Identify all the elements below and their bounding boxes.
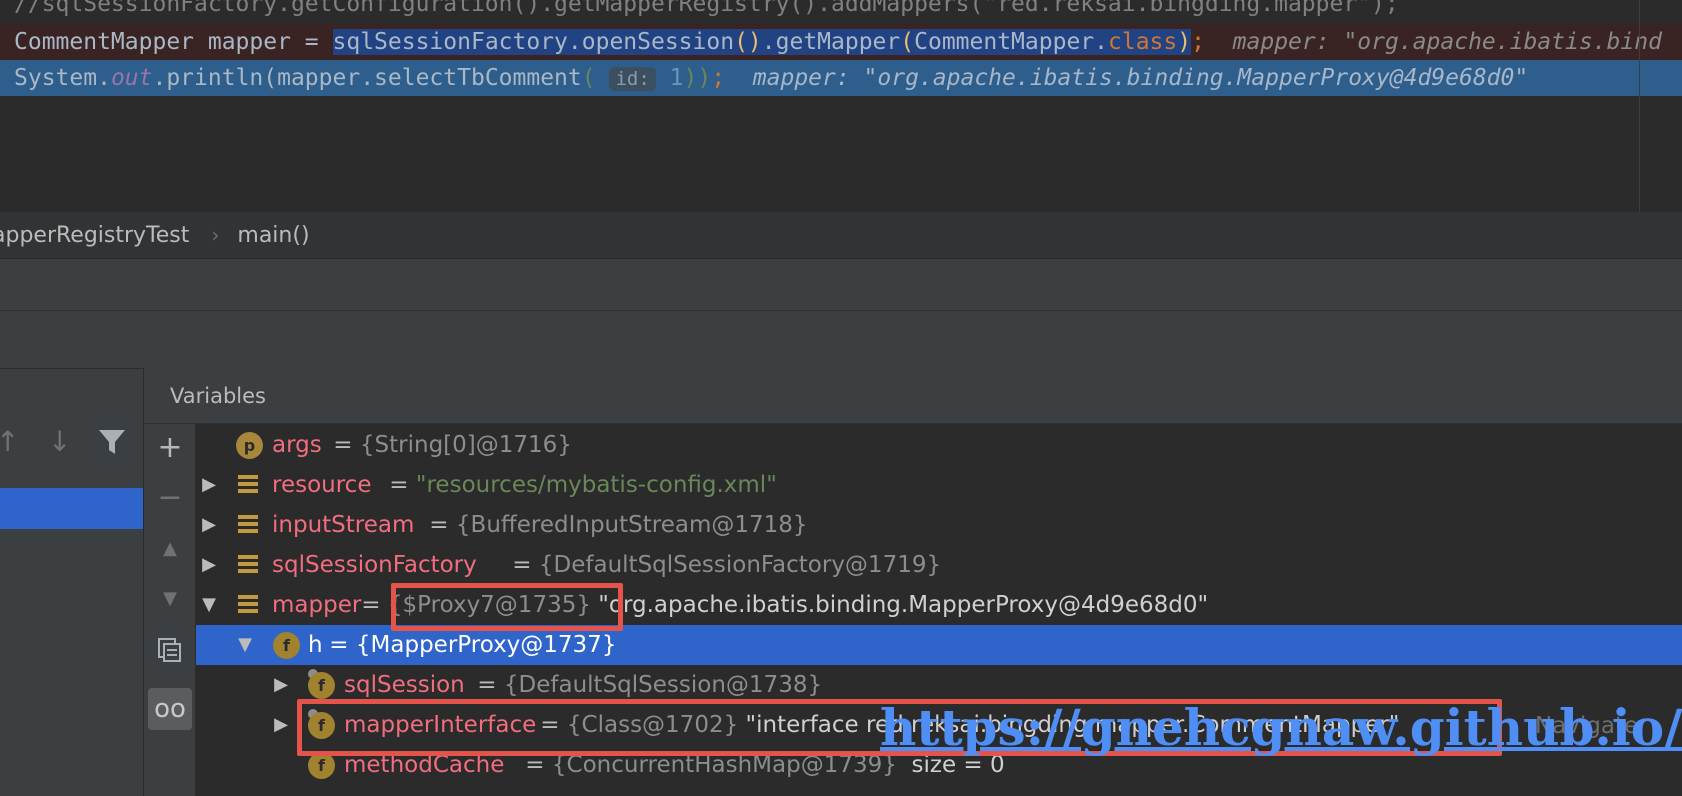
code-selection: sqlSessionFactory.openSession().getMappe… xyxy=(332,29,1192,55)
variable-row[interactable]: ▶ inputStream = {BufferedInputStream@171… xyxy=(196,505,1682,545)
move-down-icon[interactable]: ▼ xyxy=(144,588,196,609)
variable-value: = {String[0]@1716} xyxy=(326,432,572,458)
inline-debug-hint: mapper: "org.apache.ibatis.bind xyxy=(1232,29,1662,55)
frames-toolbar: ↑ ↓ xyxy=(0,425,143,475)
code-paren: ( xyxy=(900,29,915,55)
copy-icon[interactable] xyxy=(144,636,196,671)
field-icon: f xyxy=(308,672,335,699)
breadcrumb: apperRegistryTest › main() xyxy=(0,212,1682,258)
variable-row[interactable]: ▶ resource = "resources/mybatis-config.x… xyxy=(196,465,1682,505)
code-system: System. xyxy=(14,65,111,91)
variable-value: = {DefaultSqlSessionFactory@1719} xyxy=(505,552,942,578)
local-variable-icon xyxy=(238,595,258,615)
variable-value: = {BufferedInputStream@1718} xyxy=(422,512,808,538)
variables-header: Variables xyxy=(144,368,1682,424)
code-get-mapper: .getMapper xyxy=(761,29,901,55)
breadcrumb-separator-icon: › xyxy=(211,223,220,247)
parameter-hint: id: xyxy=(609,67,656,91)
watermark-url: https://gnehcgnaw.github.io/ xyxy=(880,698,1682,757)
code-semicolon: ; xyxy=(711,65,726,91)
field-icon: f xyxy=(273,632,300,659)
debug-tab-bar xyxy=(0,258,1682,310)
code-line-println[interactable]: System.out.println(mapper.selectTbCommen… xyxy=(0,60,1682,96)
add-watch-icon[interactable]: + xyxy=(144,430,196,465)
code-line-get-mapper[interactable]: CommentMapper mapper = sqlSessionFactory… xyxy=(0,24,1682,60)
parameter-icon: p xyxy=(236,432,263,459)
code-paren: )) xyxy=(683,65,712,91)
variable-value: = "resources/mybatis-config.xml" xyxy=(382,472,777,498)
remove-watch-icon[interactable]: − xyxy=(144,480,196,515)
variable-row-selected[interactable]: ▼ f h = {MapperProxy@1737} xyxy=(196,625,1682,665)
right-margin-guide xyxy=(1639,0,1640,212)
code-paren: ( xyxy=(581,65,596,91)
field-icon: f xyxy=(308,752,335,779)
collapse-arrow-icon[interactable]: ▼ xyxy=(234,625,256,665)
code-open-session: sqlSessionFactory.openSession xyxy=(332,29,735,55)
down-arrow-icon[interactable]: ↓ xyxy=(48,425,71,458)
proxy-highlight-box xyxy=(391,583,623,631)
code-keyword: class xyxy=(1108,29,1178,55)
code-paren: ) xyxy=(1177,29,1192,55)
frames-panel: ↑ ↓ xyxy=(0,368,143,796)
code-paren: () xyxy=(734,29,762,55)
variable-row[interactable]: p args = {String[0]@1716} xyxy=(196,425,1682,465)
code-editor[interactable]: //sqlSessionFactory.getConfiguration().g… xyxy=(0,0,1682,212)
variable-name: inputStream xyxy=(272,512,415,538)
variable-name: resource xyxy=(272,472,372,498)
variable-value: = {MapperProxy@1737} xyxy=(322,632,617,658)
breadcrumb-class[interactable]: apperRegistryTest xyxy=(0,223,189,248)
expand-arrow-icon[interactable]: ▶ xyxy=(198,505,220,545)
expand-arrow-icon[interactable]: ▶ xyxy=(270,705,292,745)
local-variable-icon xyxy=(238,555,258,575)
debug-toolbar xyxy=(0,310,1682,368)
frame-item-selected[interactable] xyxy=(0,488,143,529)
expand-arrow-icon[interactable]: ▶ xyxy=(198,465,220,505)
code-semicolon: ; xyxy=(1191,29,1205,55)
variable-name: h xyxy=(308,632,323,658)
variable-row[interactable]: ▶ sqlSessionFactory = {DefaultSqlSession… xyxy=(196,545,1682,585)
up-arrow-icon[interactable]: ↑ xyxy=(0,425,19,458)
breadcrumb-method[interactable]: main() xyxy=(237,223,309,248)
expand-arrow-icon[interactable]: ▶ xyxy=(198,545,220,585)
code-arg: CommentMapper. xyxy=(914,29,1108,55)
local-variable-icon xyxy=(238,515,258,535)
expand-arrow-icon[interactable]: ▶ xyxy=(270,665,292,705)
code-field-out: out xyxy=(110,65,153,91)
code-println: .println(mapper.selectTbComment xyxy=(152,65,582,91)
move-up-icon[interactable]: ▲ xyxy=(144,538,196,559)
glasses-icon[interactable]: oo xyxy=(148,688,192,730)
code-number: 1 xyxy=(669,65,684,91)
variable-name: sqlSessionFactory xyxy=(272,552,477,578)
code-line-comment: //sqlSessionFactory.getConfiguration().g… xyxy=(14,0,1399,17)
code-decl: CommentMapper mapper = xyxy=(14,29,333,55)
collapse-arrow-icon[interactable]: ▼ xyxy=(198,585,220,625)
variable-name: mapper xyxy=(272,592,362,618)
variables-side-toolbar: + − ▲ ▼ oo xyxy=(143,368,195,796)
inline-debug-hint: mapper: "org.apache.ibatis.binding.Mappe… xyxy=(752,65,1529,91)
local-variable-icon xyxy=(238,475,258,495)
variable-name: args xyxy=(272,432,322,458)
filter-icon[interactable] xyxy=(98,429,126,462)
